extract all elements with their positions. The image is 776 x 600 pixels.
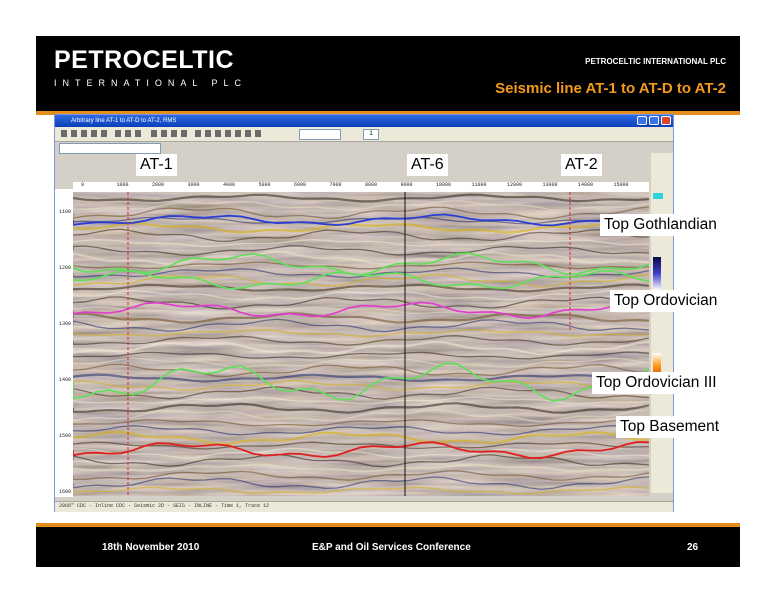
company-logo-subtitle: INTERNATIONAL PLC xyxy=(54,78,248,88)
tool-icon[interactable] xyxy=(135,130,141,137)
depth-tick-label: 1200 xyxy=(59,265,72,271)
tool-icon[interactable] xyxy=(151,130,157,137)
tool-icon[interactable] xyxy=(235,130,241,137)
slide-title: Seismic line AT-1 to AT-D to AT-2 xyxy=(495,80,726,97)
zoom-stepper[interactable]: 1 xyxy=(363,129,379,140)
zoom-icon[interactable] xyxy=(71,130,77,137)
close-icon[interactable] xyxy=(661,116,671,125)
pointer-icon[interactable] xyxy=(61,130,67,137)
x-tick-label: 1000 xyxy=(116,182,129,188)
company-name: PETROCELTIC INTERNATIONAL PLC xyxy=(585,57,726,66)
maximize-icon[interactable] xyxy=(649,116,659,125)
x-tick-label: 3000 xyxy=(187,182,200,188)
tool-icon[interactable] xyxy=(215,130,221,137)
x-tick-label: 10000 xyxy=(436,182,452,188)
display-select[interactable] xyxy=(59,143,161,154)
tool-icon[interactable] xyxy=(181,130,187,137)
depth-axis: 1100 1200 1300 1400 1500 1600 xyxy=(55,189,73,497)
tool-icon[interactable] xyxy=(205,130,211,137)
x-tick-label: 0 xyxy=(81,182,85,188)
x-tick-label: 11000 xyxy=(471,182,487,188)
tool-icon[interactable] xyxy=(171,130,177,137)
x-tick-label: 4000 xyxy=(223,182,236,188)
x-tick-label: 2000 xyxy=(152,182,165,188)
print-icon[interactable] xyxy=(91,130,97,137)
tool-icon[interactable] xyxy=(115,130,121,137)
x-tick-label: 7000 xyxy=(329,182,342,188)
depth-tick-label: 1100 xyxy=(59,209,72,215)
x-tick-label: 8000 xyxy=(365,182,378,188)
window-title: Arbitrary line AT-1 to AT-D to AT-2, RMS xyxy=(71,118,177,124)
tool-icon[interactable] xyxy=(161,130,167,137)
page-number: 26 xyxy=(687,542,699,553)
window-titlebar[interactable]: Arbitrary line AT-1 to AT-D to AT-2, RMS xyxy=(55,115,673,127)
horizon-label-top-ordovician-iii: Top Ordovician III xyxy=(592,372,721,394)
x-tick-label: 15000 xyxy=(613,182,629,188)
toolbar: 1 xyxy=(55,127,673,142)
x-tick-label: 14000 xyxy=(578,182,594,188)
header-bar: PETROCELTIC INTERNATIONAL PLC PETROCELTI… xyxy=(36,36,740,111)
colorbar-panel xyxy=(651,153,673,493)
x-tick-label: 9000 xyxy=(400,182,413,188)
x-tick-label: 5000 xyxy=(258,182,271,188)
well-label-at-6: AT-6 xyxy=(407,154,448,176)
tool-icon[interactable] xyxy=(245,130,251,137)
depth-tick-label: 1400 xyxy=(59,377,72,383)
tool-icon[interactable] xyxy=(195,130,201,137)
tool-icon[interactable] xyxy=(255,130,261,137)
x-axis: 0 1000 2000 3000 4000 5000 6000 7000 8000 9000 100… xyxy=(73,182,649,192)
x-tick-label: 12000 xyxy=(507,182,523,188)
tool-icon[interactable] xyxy=(125,130,131,137)
scale-select[interactable] xyxy=(299,129,341,140)
x-tick-label: 6000 xyxy=(294,182,307,188)
horizon-label-top-gothlandian: Top Gothlandian xyxy=(600,214,721,236)
tool-icon[interactable] xyxy=(225,130,231,137)
depth-tick-label: 1300 xyxy=(59,321,72,327)
color-swatch xyxy=(653,193,663,199)
horizon-label-top-ordovician: Top Ordovician xyxy=(610,290,722,312)
minimize-icon[interactable] xyxy=(637,116,647,125)
well-label-at-1: AT-1 xyxy=(136,154,177,176)
footer-date: 18th November 2010 xyxy=(102,542,200,553)
x-tick-label: 13000 xyxy=(542,182,558,188)
horizon-label-top-basement: Top Basement xyxy=(616,416,724,438)
depth-tick-label: 1500 xyxy=(59,433,72,439)
status-bar: 2866" CDC - Inline CDC - Seismic 2D - SE… xyxy=(55,501,673,512)
depth-tick-label: 1600 xyxy=(59,489,72,495)
seismic-section[interactable] xyxy=(73,192,649,496)
footer-bar: 18th November 2010 E&P and Oil Services … xyxy=(36,523,740,567)
footer-event: E&P and Oil Services Conference xyxy=(312,542,471,553)
status-text: 2866" CDC - Inline CDC - Seismic 2D - SE… xyxy=(59,503,270,509)
pan-icon[interactable] xyxy=(81,130,87,137)
settings-icon[interactable] xyxy=(101,130,107,137)
well-label-at-2: AT-2 xyxy=(561,154,602,176)
company-logo: PETROCELTIC xyxy=(54,46,235,74)
